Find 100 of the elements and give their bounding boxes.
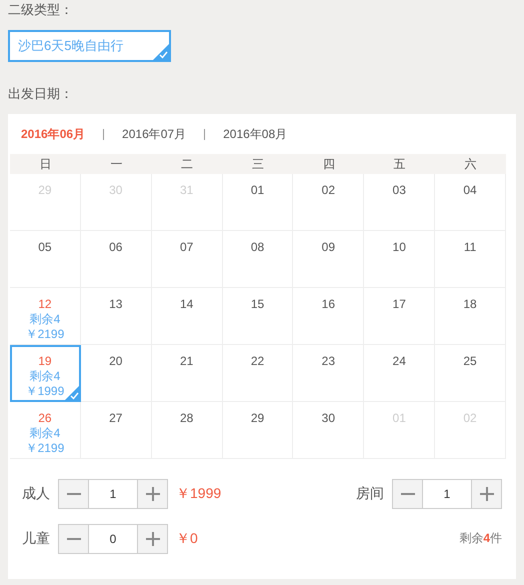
plus-icon — [146, 532, 160, 546]
day-number: 14 — [180, 298, 194, 311]
day-cell[interactable]: 11 — [435, 231, 506, 288]
stock-text: 剩余4 — [30, 427, 60, 440]
quantity-input[interactable]: 1 — [88, 480, 138, 508]
check-corner-icon — [64, 385, 80, 401]
day-cell[interactable]: 09 — [293, 231, 364, 288]
check-corner-icon — [153, 44, 169, 60]
adults-label: 成人 — [22, 484, 50, 502]
day-cell[interactable]: 28 — [152, 402, 223, 459]
section-label: 出发日期： — [8, 85, 74, 103]
day-cell[interactable]: 10 — [364, 231, 436, 288]
day-cell[interactable]: 16 — [293, 288, 364, 345]
day-cell[interactable]: 03 — [364, 174, 436, 231]
day-cell[interactable]: 08 — [222, 231, 294, 288]
plus-icon — [146, 486, 160, 500]
plus-icon — [480, 486, 494, 500]
minus-icon — [66, 492, 80, 494]
day-cell[interactable]: 13 — [80, 288, 152, 345]
day-cell[interactable]: 15 — [222, 288, 294, 345]
day-number: 06 — [109, 241, 122, 254]
day-cell[interactable]: 30 — [293, 402, 364, 459]
day-cell[interactable]: 06 — [80, 231, 152, 288]
day-number: 11 — [464, 241, 476, 254]
weekday-header: 四 — [293, 154, 364, 174]
day-number: 10 — [392, 241, 406, 254]
section-label: 二级类型： — [8, 1, 74, 19]
weekday-header: 二 — [152, 154, 223, 174]
day-number: 19 — [38, 355, 52, 368]
minus-icon — [400, 492, 414, 494]
children-label: 儿童 — [22, 530, 50, 548]
day-number: 17 — [392, 298, 406, 311]
rooms-label: 房间 — [356, 484, 384, 502]
price-text: ￥2199 — [26, 328, 64, 341]
day-number: 29 — [250, 412, 264, 425]
day-number: 18 — [463, 298, 477, 311]
day-cell[interactable]: 23 — [293, 345, 364, 402]
day-cell[interactable]: 27 — [80, 402, 152, 459]
day-number: 24 — [392, 355, 406, 368]
increment-button[interactable] — [138, 480, 167, 508]
day-number: 20 — [109, 355, 122, 368]
stock-text: 剩余4 — [30, 313, 60, 326]
day-number: 09 — [322, 241, 336, 254]
day-number: 16 — [322, 298, 336, 311]
day-cell[interactable]: 25 — [435, 345, 506, 402]
day-cell[interactable]: 04 — [435, 174, 506, 231]
day-cell[interactable]: 07 — [152, 231, 223, 288]
increment-button[interactable] — [138, 524, 167, 552]
day-cell[interactable]: 14 — [152, 288, 223, 345]
day-number: 13 — [109, 298, 122, 311]
day-number: 28 — [180, 412, 194, 425]
day-number: 02 — [322, 184, 336, 197]
day-cell[interactable]: 22 — [222, 345, 294, 402]
day-number: 21 — [180, 355, 194, 368]
price-text: ￥1999 — [26, 385, 64, 398]
day-cell[interactable]: 29 — [222, 402, 294, 459]
day-number: 03 — [392, 184, 406, 197]
weekday-header: 日 — [10, 154, 81, 174]
weekday-header: 六 — [435, 154, 506, 174]
decrement-button[interactable] — [59, 480, 88, 508]
day-number: 27 — [109, 412, 122, 425]
day-number: 07 — [180, 241, 194, 254]
children-price: ￥0 — [176, 530, 198, 548]
day-cell[interactable]: 18 — [435, 288, 506, 345]
weekday-header: 三 — [222, 154, 294, 174]
day-cell[interactable]: 01 — [222, 174, 294, 231]
day-cell[interactable]: 02 — [293, 174, 364, 231]
weekday-header: 一 — [80, 154, 152, 174]
month-tab[interactable]: 2016年08月 — [223, 126, 288, 142]
day-number: 08 — [250, 241, 264, 254]
day-cell[interactable]: 21 — [152, 345, 223, 402]
adults-stepper[interactable]: 1 — [58, 478, 168, 508]
rooms-stepper[interactable]: 1 — [392, 478, 502, 508]
day-cell[interactable]: 17 — [364, 288, 436, 345]
day-cell[interactable]: 20 — [80, 345, 152, 402]
stock-text: 剩余4 — [30, 370, 60, 383]
day-number: 15 — [250, 298, 264, 311]
decrement-button[interactable] — [59, 524, 88, 552]
remaining-text: 剩余4件 — [459, 530, 502, 547]
quantity-input[interactable]: 1 — [422, 480, 472, 508]
weekday-header: 五 — [364, 154, 436, 174]
day-number: 01 — [250, 184, 264, 197]
children-stepper[interactable]: 0 — [58, 524, 168, 554]
day-number: 12 — [38, 298, 52, 311]
increment-button[interactable] — [472, 480, 501, 508]
day-number: 26 — [38, 412, 52, 425]
quantity-input[interactable]: 0 — [88, 524, 138, 552]
minus-icon — [66, 538, 80, 540]
day-cell[interactable]: 05 — [10, 231, 81, 288]
month-tab[interactable]: 2016年07月 — [122, 126, 186, 142]
price-text: ￥2199 — [26, 442, 64, 455]
day-number: 05 — [38, 241, 52, 254]
day-number: 30 — [322, 412, 336, 425]
day-number: 22 — [250, 355, 264, 368]
day-number: 23 — [322, 355, 336, 368]
day-number: 04 — [463, 184, 477, 197]
decrement-button[interactable] — [393, 480, 422, 508]
day-number: 25 — [463, 355, 477, 368]
day-cell[interactable]: 24 — [364, 345, 436, 402]
adults-price: ￥1999 — [176, 484, 222, 502]
